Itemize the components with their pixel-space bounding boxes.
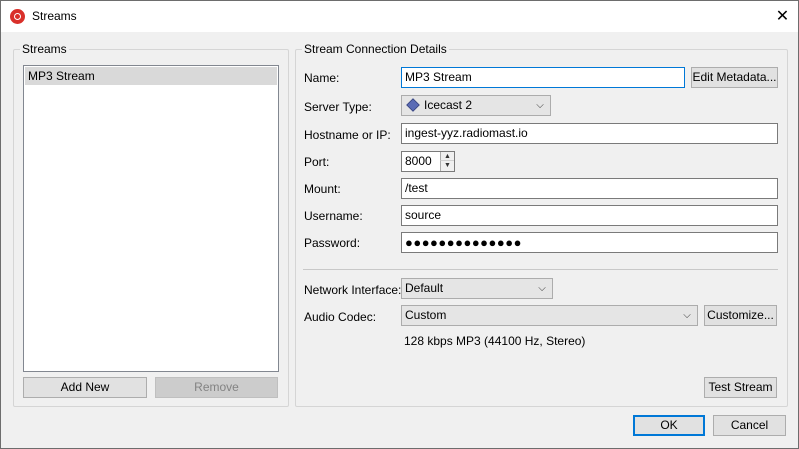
audio-codec-value: Custom: [405, 308, 447, 322]
hostname-field[interactable]: ingest-yyz.radiomast.io: [401, 123, 778, 144]
streams-group-legend: Streams: [20, 42, 69, 56]
server-type-select[interactable]: Icecast 2 ⌵: [401, 95, 551, 116]
network-interface-value: Default: [405, 281, 444, 295]
chevron-down-icon: ⌵: [536, 100, 544, 111]
codec-summary: 128 kbps MP3 (44100 Hz, Stereo): [404, 334, 586, 348]
streams-list[interactable]: MP3 Stream: [23, 65, 279, 372]
password-field[interactable]: ●●●●●●●●●●●●●●: [401, 232, 778, 253]
network-interface-select[interactable]: Default ⌵: [401, 278, 553, 299]
test-stream-button[interactable]: Test Stream: [704, 377, 777, 398]
port-value: 8000: [405, 154, 432, 168]
audio-codec-select[interactable]: Custom ⌵: [401, 305, 698, 326]
audio-codec-label: Audio Codec:: [304, 310, 377, 324]
streams-dialog: Streams ✕ Streams MP3 Stream Add New Rem…: [0, 0, 799, 449]
connection-details-legend: Stream Connection Details: [302, 42, 449, 56]
add-new-button[interactable]: Add New: [23, 377, 147, 398]
name-field[interactable]: MP3 Stream: [401, 67, 685, 88]
password-label: Password:: [304, 236, 361, 250]
chevron-down-icon: ⌵: [683, 310, 691, 321]
username-field[interactable]: source: [401, 205, 778, 226]
username-label: Username:: [304, 209, 363, 223]
broadcast-icon: [10, 9, 25, 24]
spin-down-icon[interactable]: ▼: [440, 161, 454, 171]
mount-field[interactable]: /test: [401, 178, 778, 199]
remove-button[interactable]: Remove: [155, 377, 278, 398]
title-bar: Streams ✕: [1, 1, 798, 32]
port-label: Port:: [304, 155, 330, 169]
server-type-value: Icecast 2: [424, 98, 473, 112]
section-divider: [303, 269, 778, 270]
list-item[interactable]: MP3 Stream: [25, 67, 277, 85]
hostname-label: Hostname or IP:: [304, 128, 391, 142]
window-title: Streams: [32, 9, 77, 23]
ok-button[interactable]: OK: [633, 415, 705, 436]
network-interface-label: Network Interface:: [304, 283, 402, 297]
customize-button[interactable]: Customize...: [704, 305, 777, 326]
name-label: Name:: [304, 71, 340, 85]
cancel-button[interactable]: Cancel: [713, 415, 786, 436]
close-icon[interactable]: ✕: [767, 1, 798, 32]
mount-label: Mount:: [304, 182, 341, 196]
spin-up-icon[interactable]: ▲: [440, 152, 454, 161]
server-type-label: Server Type:: [304, 100, 372, 114]
chevron-down-icon: ⌵: [538, 283, 546, 294]
port-stepper[interactable]: 8000 ▲ ▼: [401, 151, 455, 172]
icecast-server-icon: [406, 98, 420, 112]
edit-metadata-button[interactable]: Edit Metadata...: [691, 67, 778, 88]
